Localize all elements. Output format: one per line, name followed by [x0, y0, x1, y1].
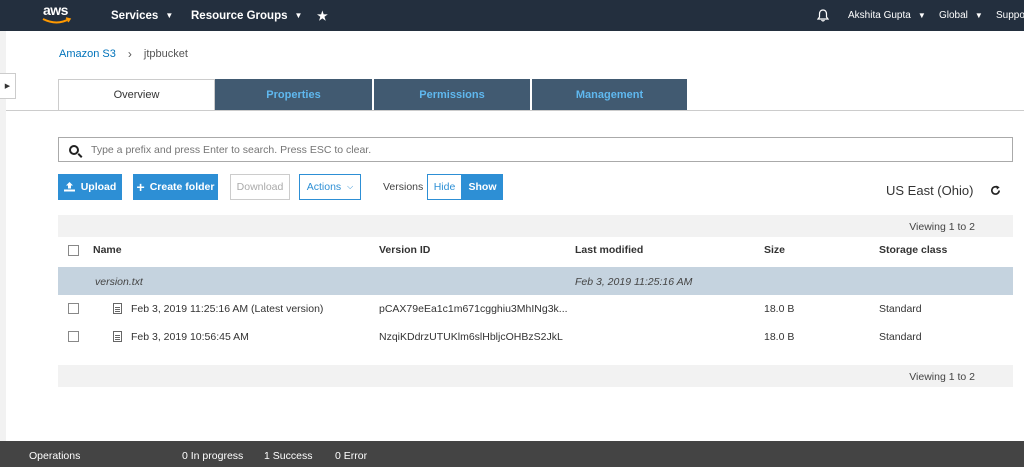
column-header-name[interactable]: Name [93, 244, 122, 256]
breadcrumb-separator: › [127, 47, 132, 61]
column-header-size[interactable]: Size [764, 244, 785, 256]
file-icon [113, 303, 122, 314]
chevron-down-icon: ▼ [974, 11, 983, 20]
object-last-modified: Feb 3, 2019 11:25:16 AM [575, 276, 693, 288]
support-menu[interactable]: Suppo [996, 0, 1024, 31]
search-box [58, 137, 1013, 162]
tab-divider [6, 110, 1024, 111]
breadcrumb: Amazon S3 › jtpbucket [59, 47, 188, 61]
version-storage-class: Standard [879, 303, 922, 315]
plus-icon: + [136, 179, 145, 195]
versions-label: Versions [383, 181, 424, 193]
tab-properties[interactable]: Properties [215, 79, 374, 110]
operations-bar[interactable]: Operations 0 In progress 1 Success 0 Err… [0, 441, 1024, 467]
upload-label: Upload [80, 181, 117, 193]
chevron-down-icon: ▼ [917, 11, 926, 20]
version-size: 18.0 B [764, 331, 795, 343]
search-input[interactable] [91, 143, 971, 156]
chevron-down-icon: ▼ [165, 11, 174, 20]
top-navigation-bar: aws Services ▼ Resource Groups ▼ ★ Akshi… [0, 0, 1024, 31]
column-header-last-modified[interactable]: Last modified [575, 244, 643, 256]
chevron-right-icon: ▶ [4, 83, 11, 90]
version-id: NzqiKDdrzUTUKlm6slHbljcOHBzS2JkL [379, 331, 563, 343]
region-menu-label: Global [939, 10, 968, 21]
row-checkbox[interactable] [68, 331, 79, 342]
resource-groups-label: Resource Groups [191, 9, 288, 22]
tab-overview[interactable]: Overview [58, 79, 215, 110]
chevron-down-icon: ▼ [294, 11, 303, 20]
operations-label: Operations [29, 450, 81, 462]
version-size: 18.0 B [764, 303, 795, 315]
resource-groups-menu[interactable]: Resource Groups ▼ [191, 0, 302, 31]
object-group-row[interactable]: version.txt Feb 3, 2019 11:25:16 AM [58, 267, 1013, 295]
create-folder-label: Create folder [149, 181, 215, 193]
version-storage-class: Standard [879, 331, 922, 343]
download-button[interactable]: Download [230, 174, 290, 200]
pagination-bar-top: Viewing 1 to 2 [58, 215, 1013, 237]
download-label: Download [236, 181, 284, 193]
aws-logo[interactable]: aws [41, 2, 75, 28]
sidebar-toggle[interactable]: ▶ [0, 73, 16, 99]
pagination-bar-bottom: Viewing 1 to 2 [58, 365, 1013, 387]
column-header-version-id[interactable]: Version ID [379, 244, 430, 256]
refresh-icon[interactable] [990, 185, 1001, 196]
operations-success[interactable]: 1 Success [264, 450, 312, 462]
version-id: pCAX79eEa1c1m671cgghiu3MhINg3k... [379, 303, 568, 315]
object-name[interactable]: version.txt [95, 276, 143, 288]
account-menu[interactable]: Akshita Gupta ▼ [848, 0, 926, 31]
version-name[interactable]: Feb 3, 2019 10:56:45 AM [131, 331, 249, 343]
aws-smile-icon [42, 17, 72, 24]
operations-in-progress[interactable]: 0 In progress [182, 450, 243, 462]
operations-error[interactable]: 0 Error [335, 450, 367, 462]
chevron-down-icon: ⌵ [347, 182, 354, 191]
versions-hide-button[interactable]: Hide [427, 174, 462, 200]
actions-label: Actions [306, 181, 342, 193]
actions-dropdown[interactable]: Actions ⌵ [299, 174, 361, 200]
viewing-range-top: Viewing 1 to 2 [909, 221, 975, 233]
account-name: Akshita Gupta [848, 10, 911, 21]
region-menu[interactable]: Global ▼ [939, 0, 983, 31]
create-folder-button[interactable]: + Create folder [133, 174, 218, 200]
row-checkbox[interactable] [68, 303, 79, 314]
support-label: Suppo [996, 10, 1024, 21]
tab-management[interactable]: Management [532, 79, 689, 110]
pin-star-icon[interactable]: ★ [317, 0, 328, 31]
breadcrumb-bucket-name: jtpbucket [143, 48, 188, 60]
select-all-checkbox[interactable] [68, 245, 79, 256]
version-name[interactable]: Feb 3, 2019 11:25:16 AM (Latest version) [131, 303, 323, 315]
services-label: Services [111, 9, 159, 22]
aws-logo-text: aws [43, 2, 68, 18]
search-icon [69, 144, 79, 155]
upload-icon [63, 182, 75, 192]
upload-button[interactable]: Upload [58, 174, 122, 200]
tab-permissions[interactable]: Permissions [374, 79, 532, 110]
column-header-storage-class[interactable]: Storage class [879, 244, 947, 256]
notifications-bell-icon[interactable] [817, 0, 829, 31]
versions-show-button[interactable]: Show [462, 174, 503, 200]
services-menu[interactable]: Services ▼ [111, 0, 173, 31]
bucket-region: US East (Ohio) [886, 183, 974, 198]
bucket-tabs: Overview Properties Permissions Manageme… [58, 79, 689, 110]
viewing-range-bottom: Viewing 1 to 2 [909, 371, 975, 383]
file-icon [113, 331, 122, 342]
versions-toggle: Hide Show [427, 174, 503, 200]
breadcrumb-amazon-s3-link[interactable]: Amazon S3 [59, 48, 116, 60]
